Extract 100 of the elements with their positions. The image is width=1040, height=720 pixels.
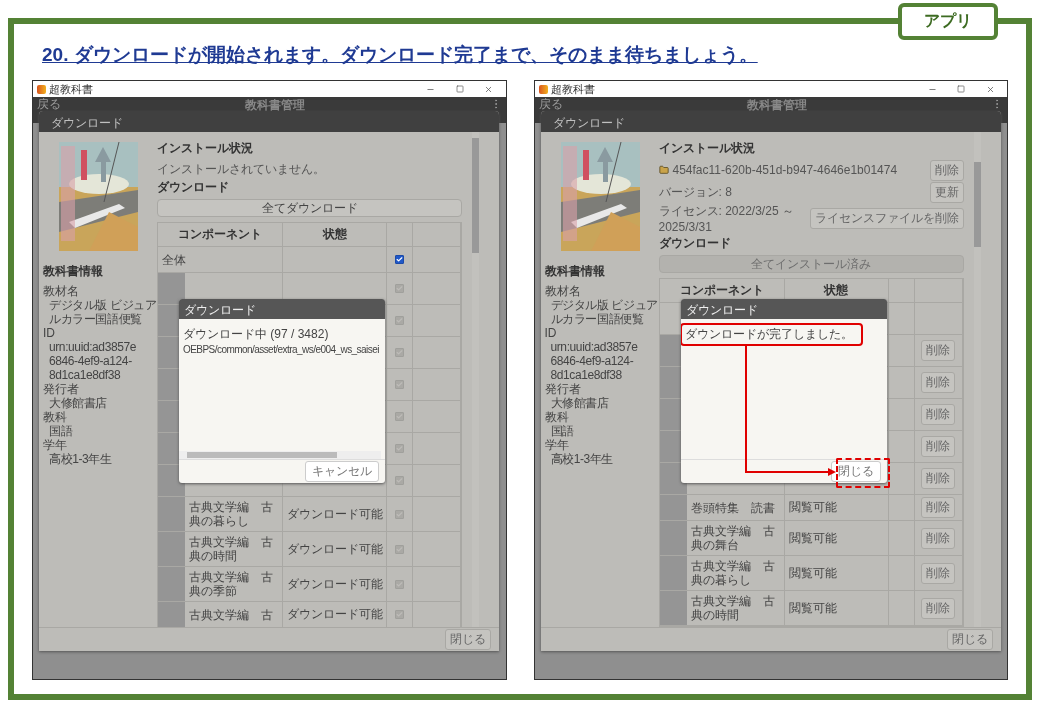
table-cell-text: 古典文学編 古典の時間 — [189, 535, 274, 563]
indent-bar — [158, 602, 185, 627]
info-value: ルカラー国語便覧 — [550, 312, 644, 326]
info-label: 教科 — [544, 410, 570, 424]
info-value: デジタル版 ビジュア — [550, 298, 658, 312]
indent-bar — [659, 495, 687, 520]
dialog-title: ダウンロード — [680, 299, 887, 319]
info-value: 8d1ca1e8df38 — [49, 368, 121, 382]
action-button[interactable]: 削除 — [929, 159, 964, 181]
table-cell: ダウンロード可能 — [283, 532, 387, 566]
table-cell: ダウンロード可能 — [283, 602, 387, 627]
app-icon — [538, 84, 548, 94]
info-value: 大修館書店 — [550, 396, 609, 410]
indent-bar — [158, 567, 185, 601]
action-button[interactable]: ライセンスファイルを削除 — [809, 208, 964, 230]
section-heading: 教科書情報 — [544, 263, 606, 280]
install-info: 454fac11-620b-451d-b947-4646e1b01474 — [672, 163, 899, 178]
info-label: ID — [544, 326, 558, 340]
section-heading: インストール状況 — [157, 140, 254, 157]
delete-button[interactable]: 削除 — [921, 497, 955, 518]
dialog-button[interactable]: 閉じる — [830, 461, 881, 482]
section-heading: 教科書情報 — [43, 263, 104, 280]
info-value: ルカラー国語便覧 — [49, 312, 142, 326]
column-header: 状態 — [283, 223, 387, 246]
info-value: urn:uuid:ad3857e — [550, 340, 638, 354]
scrollbar[interactable] — [472, 132, 479, 627]
table-cell-text: 巻頭特集 読書 — [690, 500, 776, 515]
category-tag: アプリ — [898, 3, 998, 40]
dialog-title: ダウンロード — [39, 111, 499, 132]
table-cell: 閲覧可能 — [784, 495, 889, 520]
dialog-title: ダウンロード — [179, 299, 385, 319]
delete-button[interactable]: 削除 — [921, 340, 955, 361]
info-value: 国語 — [550, 424, 574, 438]
window-title: 超教科書 — [550, 81, 596, 97]
indent-bar — [659, 556, 687, 590]
indent-bar — [659, 591, 687, 625]
status-text: ダウンロードが完了しました。 — [684, 327, 853, 342]
section-heading: ダウンロード — [658, 235, 732, 252]
table-cell-text: 古典文学編 古典の舞台 — [690, 524, 776, 552]
info-label: 学年 — [544, 438, 570, 452]
delete-button[interactable]: 削除 — [921, 597, 955, 619]
info-value: 国語 — [49, 424, 73, 438]
info-label: 発行者 — [43, 382, 80, 396]
table-cell: 閲覧可能 — [784, 556, 889, 590]
info-value: urn:uuid:ad3857e — [49, 340, 137, 354]
install-info: インストールされていません。 — [157, 160, 326, 178]
action-button[interactable]: 更新 — [929, 181, 964, 203]
page-title: 教科書管理 — [244, 97, 307, 114]
indent-bar — [158, 273, 185, 304]
delete-button[interactable]: 削除 — [921, 436, 955, 457]
install-info: バージョン: 8 — [658, 183, 733, 201]
table-cell-text: 古典文学編 古典の季節 — [189, 570, 274, 598]
delete-button[interactable]: 削除 — [921, 562, 955, 584]
info-value: 6846-4ef9-a124- — [49, 354, 132, 368]
close-button[interactable]: 閉じる — [946, 629, 993, 650]
table-cell-text: 古典文学編 古典の時間 — [690, 594, 776, 622]
info-label: 教材名 — [544, 284, 582, 298]
info-label: 学年 — [43, 438, 68, 452]
table-cell: ダウンロード可能 — [283, 567, 387, 601]
info-label: 発行者 — [544, 382, 582, 396]
column-header: コンポーネント — [158, 223, 283, 246]
app-icon — [37, 84, 46, 94]
table-cell-text: 古典文学編 古典の暮らし — [690, 559, 776, 587]
back-link[interactable]: 戻る — [538, 98, 563, 110]
window-title: 超教科書 — [49, 81, 94, 97]
info-value: 6846-4ef9-a124- — [550, 354, 634, 368]
install-info: ライセンス: 2022/3/25 ～ 2025/3/31 — [658, 203, 795, 235]
file-path: OEBPS/common/asset/extra_ws/e004_ws_saisei — [183, 343, 379, 357]
close-button[interactable]: 閉じる — [445, 629, 491, 650]
info-value: 高校1-3年生 — [49, 452, 112, 466]
dialog-button[interactable]: キャンセル — [305, 461, 379, 482]
section-heading: インストール状況 — [658, 140, 756, 157]
delete-button[interactable]: 削除 — [921, 404, 955, 425]
delete-button[interactable]: 削除 — [921, 372, 955, 393]
download-all-button[interactable]: 全てダウンロード — [157, 199, 462, 217]
table-cell-text: 古典文学編 古 — [189, 607, 274, 622]
info-label: 教材名 — [43, 284, 80, 298]
info-value: 大修館書店 — [49, 396, 107, 410]
scrollbar[interactable] — [973, 132, 981, 627]
table-cell-text: 全体 — [162, 252, 187, 267]
indent-bar — [158, 532, 185, 566]
dashed-highlight-frame — [835, 458, 890, 488]
delete-button[interactable]: 削除 — [921, 468, 955, 489]
info-label: ID — [43, 326, 56, 340]
scrollbar[interactable] — [179, 451, 381, 459]
folder-icon — [658, 165, 669, 176]
status-text: ダウンロード中 (97 / 3482) — [183, 327, 329, 342]
page-title: 教科書管理 — [745, 97, 808, 114]
info-value: 8d1ca1e8df38 — [550, 368, 622, 382]
dialog-title: ダウンロード — [540, 111, 1001, 132]
info-value: デジタル版 ビジュア — [49, 298, 157, 312]
back-link[interactable]: 戻る — [37, 98, 61, 110]
checkbox[interactable] — [395, 255, 404, 264]
section-heading: ダウンロード — [157, 179, 230, 196]
table-cell-text: 古典文学編 古典の暮らし — [189, 500, 274, 528]
table-cell: 閲覧可能 — [784, 521, 889, 555]
indent-bar — [158, 497, 185, 531]
delete-button[interactable]: 削除 — [921, 527, 955, 549]
indent-bar — [659, 521, 687, 555]
info-label: 教科 — [43, 410, 68, 424]
